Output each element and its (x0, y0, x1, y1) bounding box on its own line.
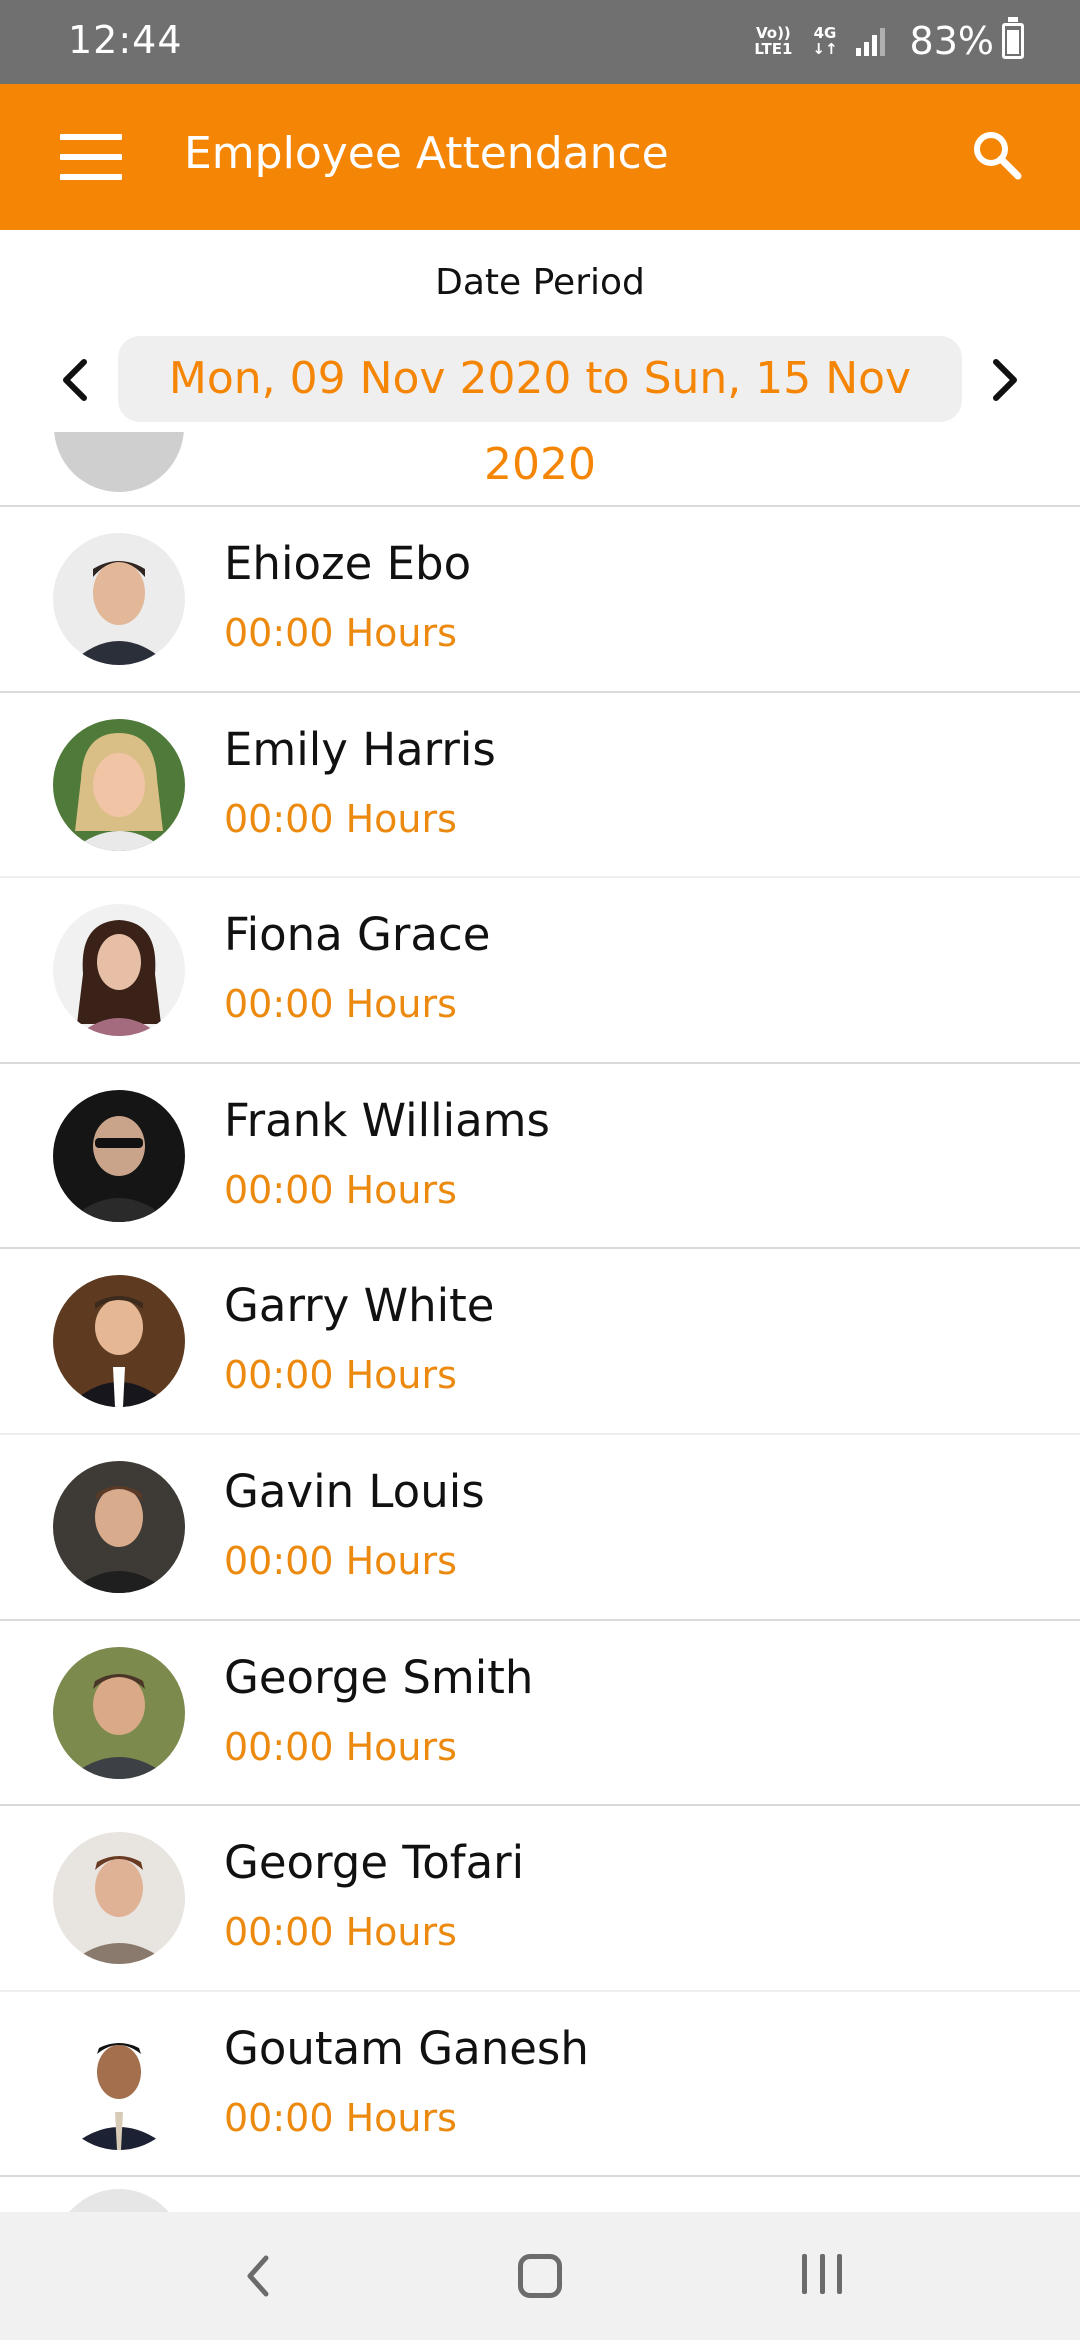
avatar (53, 1089, 185, 1222)
status-time: 12:44 (68, 18, 183, 62)
recents-bars-icon[interactable] (802, 2254, 842, 2298)
volte-indicator: Vo)) LTE1 (754, 24, 793, 58)
chevron-right-icon[interactable] (984, 354, 1024, 406)
employee-hours: 00:00 Hours (224, 611, 457, 655)
list-item[interactable]: Frank Williams 00:00 Hours (0, 1064, 1080, 1250)
home-square-icon[interactable] (518, 2254, 562, 2298)
date-period-label: Date Period (435, 262, 645, 303)
avatar (53, 718, 185, 851)
hamburger-menu-icon[interactable] (60, 134, 122, 180)
avatar (53, 1460, 185, 1593)
network-type-indicator: 4G ↓↑ (812, 24, 838, 58)
list-item[interactable]: Garry White 00:00 Hours (0, 1249, 1080, 1435)
back-chevron-icon[interactable] (238, 2250, 278, 2302)
employee-name: Gavin Louis (224, 1464, 485, 1518)
employee-name: Emily Harris (224, 722, 496, 776)
search-icon[interactable] (970, 128, 1024, 182)
app-bar: Employee Attendance (0, 84, 1080, 230)
employee-hours: 00:00 Hours (224, 2095, 457, 2140)
employee-name: Fiona Grace (224, 908, 491, 962)
battery-icon (1002, 17, 1024, 59)
avatar (53, 904, 185, 1037)
employee-rows: Ehioze Ebo 00:00 Hours Emily Harris 00:0… (0, 507, 1080, 2178)
list-item[interactable]: George Tofari 00:00 Hours (0, 1806, 1080, 1992)
page-title: Employee Attendance (184, 128, 669, 179)
avatar (53, 533, 185, 665)
date-period-selector: Mon, 09 Nov 2020 to Sun, 15 Nov 2020 (0, 336, 1080, 490)
employee-hours: 00:00 Hours (224, 796, 457, 841)
employee-name: George Tofari (224, 1836, 525, 1890)
employee-hours: 00:00 Hours (224, 982, 457, 1027)
list-item-partial (0, 432, 1080, 507)
avatar (53, 1832, 185, 1965)
avatar (54, 2189, 184, 2212)
chevron-left-icon[interactable] (56, 354, 96, 406)
status-bar: 12:44 Vo)) LTE1 4G ↓↑ 83% (0, 0, 1080, 84)
avatar (53, 2017, 185, 2150)
employee-hours: 00:00 Hours (224, 1724, 457, 1769)
battery-percent: 83% (909, 19, 994, 63)
avatar (53, 1646, 185, 1779)
list-item[interactable]: Goutam Ganesh 00:00 Hours (0, 1992, 1080, 2178)
list-item[interactable]: Emily Harris 00:00 Hours (0, 693, 1080, 879)
employee-hours: 00:00 Hours (224, 1910, 457, 1955)
date-range-chip[interactable]: Mon, 09 Nov 2020 to Sun, 15 Nov 2020 (118, 336, 962, 490)
employee-hours: 00:00 Hours (224, 1167, 457, 1212)
employee-hours: 00:00 Hours (224, 1353, 457, 1398)
employee-name: Garry White (224, 1279, 495, 1333)
list-item[interactable]: Fiona Grace 00:00 Hours (0, 878, 1080, 1064)
system-nav-bar (0, 2212, 1080, 2340)
list-item[interactable]: George Smith 00:00 Hours (0, 1621, 1080, 1807)
list-item[interactable]: Gavin Louis 00:00 Hours (0, 1435, 1080, 1621)
avatar (54, 432, 184, 492)
signal-strength-icon (855, 26, 888, 56)
employee-list[interactable]: Ehioze Ebo 00:00 Hours Emily Harris 00:0… (0, 432, 1080, 2212)
employee-name: Ehioze Ebo (224, 537, 472, 590)
list-item[interactable]: Ehioze Ebo 00:00 Hours (0, 507, 1080, 693)
avatar (53, 1275, 185, 1408)
list-item-partial (0, 2177, 1080, 2212)
employee-name: George Smith (224, 1650, 534, 1704)
employee-hours: 00:00 Hours (224, 1538, 457, 1583)
employee-name: Goutam Ganesh (224, 2021, 589, 2075)
status-icons: Vo)) LTE1 4G ↓↑ 83% (754, 16, 1024, 66)
employee-name: Frank Williams (224, 1093, 550, 1147)
